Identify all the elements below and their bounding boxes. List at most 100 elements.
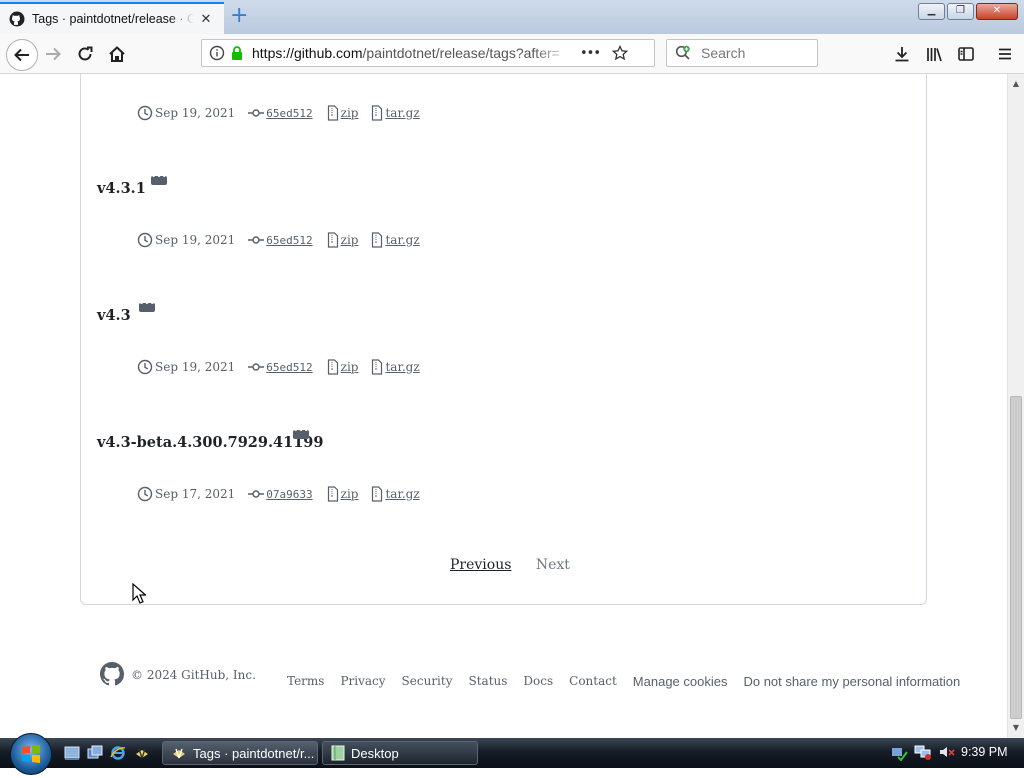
file-zip-icon	[327, 486, 338, 502]
taskbar-item-desktop[interactable]: Desktop	[322, 741, 478, 765]
tag-name-link[interactable]: v4.3-beta.4.300.7929.41199	[97, 434, 323, 451]
taskbar-item-label: Desktop	[351, 745, 399, 761]
tag-name-link[interactable]: v4.3	[97, 307, 131, 324]
commit-sha-link[interactable]: 07a9633	[266, 488, 312, 501]
tag-name-link[interactable]: v4.3.1	[97, 180, 146, 197]
tag-meta-row: Sep 19, 2021 65ed512 zip tar.gz	[137, 104, 420, 122]
network-icon[interactable]	[914, 743, 932, 761]
downloads-button[interactable]	[889, 41, 915, 67]
back-arrow-icon	[14, 48, 29, 62]
start-button[interactable]	[10, 733, 52, 775]
reload-button[interactable]	[72, 41, 98, 67]
commit-sha-link[interactable]: 65ed512	[266, 234, 312, 247]
file-zip-icon	[372, 232, 383, 248]
address-bar[interactable]: https://github.com/paintdotnet/release/t…	[201, 39, 655, 67]
tag-more-options-button[interactable]: •••	[293, 427, 309, 439]
tab-title: Tags · paintdotnet/release · GitHub	[32, 12, 194, 26]
github-favicon-icon	[9, 11, 25, 27]
previous-page-link[interactable]: Previous	[450, 557, 511, 573]
tag-more-options-button[interactable]: •••	[151, 173, 167, 185]
clock-icon	[137, 486, 153, 502]
back-button[interactable]	[6, 39, 38, 71]
tag-date: Sep 17, 2021	[155, 487, 236, 501]
tag-meta-row: Sep 19, 2021 65ed512 zip tar.gz	[137, 231, 420, 249]
tag-date: Sep 19, 2021	[155, 360, 236, 374]
footer-link-do-not-share[interactable]: Do not share my personal information	[743, 674, 960, 689]
footer-link-terms[interactable]: Terms	[287, 674, 324, 689]
app-quicklaunch-icon[interactable]	[134, 745, 150, 761]
search-icon	[675, 45, 690, 60]
maximize-button[interactable]: ❐	[947, 3, 974, 20]
commit-sha-link[interactable]: 65ed512	[266, 361, 312, 374]
zip-download-link[interactable]: zip	[341, 360, 359, 374]
zip-download-link[interactable]: zip	[341, 106, 359, 120]
close-window-button[interactable]: ✕	[976, 3, 1018, 20]
footer-link-docs[interactable]: Docs	[523, 674, 553, 689]
targz-download-link[interactable]: tar.gz	[385, 233, 419, 247]
show-desktop-icon[interactable]	[64, 745, 80, 761]
zip-download-link[interactable]: zip	[341, 233, 359, 247]
tag-meta-row: Sep 19, 2021 65ed512 zip tar.gz	[137, 358, 420, 376]
footer-link-privacy[interactable]: Privacy	[340, 674, 385, 689]
library-icon	[927, 48, 942, 62]
new-tab-button[interactable]: +	[230, 4, 248, 28]
tab-close-icon[interactable]: ✕	[198, 12, 214, 27]
internet-explorer-icon[interactable]	[110, 745, 126, 761]
volume-muted-icon[interactable]	[938, 743, 956, 761]
page-viewport: Sep 19, 2021 65ed512 zip tar.gz v4.3.1 •…	[0, 74, 1007, 738]
scrollbar-thumb[interactable]	[1010, 396, 1022, 719]
footer-link-status[interactable]: Status	[469, 674, 508, 689]
forward-arrow-icon	[46, 47, 61, 61]
search-input[interactable]	[699, 44, 813, 62]
targz-download-link[interactable]: tar.gz	[385, 106, 419, 120]
download-icon	[895, 47, 909, 62]
system-tray	[890, 743, 956, 761]
forward-button[interactable]	[40, 41, 66, 67]
clock-icon	[137, 232, 153, 248]
vertical-scrollbar[interactable]: ▲ ▼	[1007, 74, 1024, 738]
file-zip-icon	[372, 486, 383, 502]
file-zip-icon	[327, 105, 338, 121]
lock-icon	[232, 46, 242, 60]
tags-list-box	[80, 74, 927, 605]
github-logo-icon[interactable]	[100, 662, 124, 686]
next-page-link: Next	[535, 557, 570, 573]
windows-taskbar: Tags · paintdotnet/r... Desktop 9:39 PM	[0, 733, 1024, 775]
home-button[interactable]	[104, 41, 130, 67]
commit-sha-link[interactable]: 65ed512	[266, 107, 312, 120]
file-zip-icon	[327, 359, 338, 375]
scroll-down-arrow-icon[interactable]: ▼	[1008, 720, 1024, 736]
safely-remove-hardware-icon[interactable]	[890, 743, 908, 761]
footer-link-security[interactable]: Security	[402, 674, 453, 689]
library-button[interactable]	[921, 41, 947, 67]
search-bar[interactable]	[666, 39, 818, 67]
scroll-up-arrow-icon[interactable]: ▲	[1008, 76, 1024, 92]
home-icon	[109, 46, 125, 62]
navigation-toolbar: https://github.com/paintdotnet/release/t…	[0, 34, 1024, 74]
url-text[interactable]: https://github.com/paintdotnet/release/t…	[252, 45, 572, 61]
menu-button[interactable]	[992, 41, 1018, 67]
clock-icon	[137, 359, 153, 375]
bookmark-star-icon[interactable]	[612, 45, 629, 61]
commit-icon	[248, 236, 265, 244]
sidebar-button[interactable]	[953, 41, 979, 67]
switch-windows-icon[interactable]	[87, 745, 103, 761]
info-icon[interactable]	[209, 45, 225, 61]
targz-download-link[interactable]: tar.gz	[385, 487, 419, 501]
zip-download-link[interactable]: zip	[341, 487, 359, 501]
browser-tab-active[interactable]: Tags · paintdotnet/release · GitHub ✕	[0, 2, 224, 34]
clock-icon	[137, 105, 153, 121]
taskbar-item-browser[interactable]: Tags · paintdotnet/r...	[162, 741, 318, 765]
minimize-button[interactable]: ▁	[918, 3, 945, 20]
footer-copyright: © 2024 GitHub, Inc.	[131, 668, 256, 682]
tag-more-options-button[interactable]: •••	[139, 300, 155, 312]
sidebar-icon	[958, 47, 974, 61]
page-actions-icon[interactable]: •••	[580, 46, 601, 61]
mouse-cursor-icon	[132, 583, 146, 604]
targz-download-link[interactable]: tar.gz	[385, 360, 419, 374]
taskbar-clock[interactable]: 9:39 PM	[961, 745, 1008, 759]
url-host: https://github.com	[252, 45, 363, 61]
footer-links: Terms Privacy Security Status Docs Conta…	[287, 674, 976, 689]
footer-link-manage-cookies[interactable]: Manage cookies	[633, 674, 728, 689]
footer-link-contact[interactable]: Contact	[569, 674, 617, 689]
